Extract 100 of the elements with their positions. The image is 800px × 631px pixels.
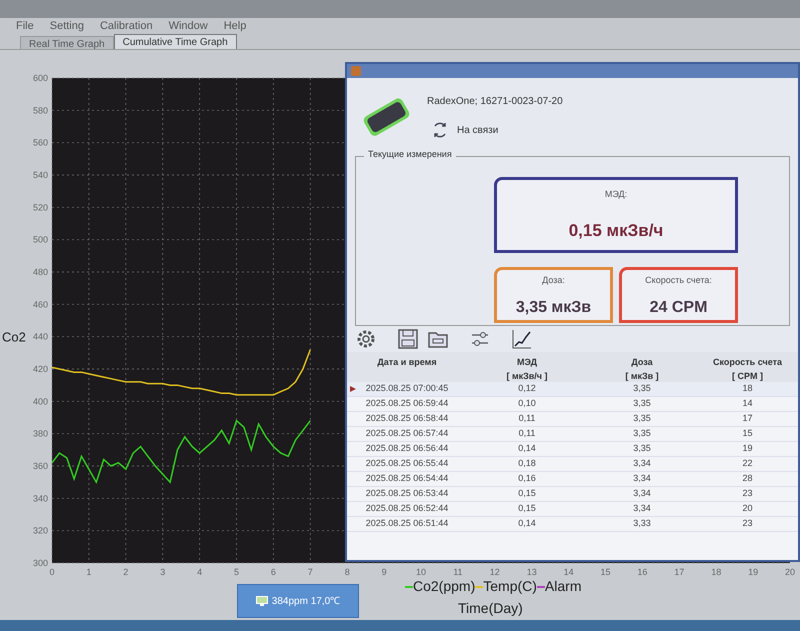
x-tick-label: 8 — [344, 567, 350, 577]
x-tick-label: 15 — [600, 567, 610, 577]
column-header: Дата и время — [377, 356, 437, 369]
menu-item[interactable]: Window — [168, 18, 208, 34]
connection-status: На связи — [457, 124, 498, 138]
legend-label: Co2(ppm) — [413, 577, 476, 596]
table-cell-text: 2025.08.25 06:51:44 — [366, 517, 448, 530]
table-cell-text: 2025.08.25 06:57:44 — [366, 427, 448, 440]
axis-title: Co2 — [2, 330, 26, 345]
x-tick-label: 9 — [382, 567, 387, 577]
menu-item[interactable]: File — [16, 18, 34, 34]
x-tick-label: 17 — [674, 567, 684, 577]
card-label: МЭД: — [604, 188, 628, 201]
table-cell-text: 23 — [742, 517, 752, 530]
table-cell-text: 2025.08.25 06:56:44 — [366, 442, 448, 456]
column-unit: [ CPM ] — [732, 370, 763, 383]
y-tick-label: 320 — [32, 526, 48, 536]
x-tick-label: 13 — [526, 567, 537, 577]
column-header: Доза — [631, 356, 653, 369]
table-cell-text: 22 — [742, 457, 752, 470]
app-icon — [351, 66, 361, 76]
y-tick-label: 540 — [32, 170, 48, 180]
card-label: Скорость счета: — [645, 274, 712, 287]
table-cell-text: 14 — [742, 397, 752, 410]
tab[interactable]: Real Time Graph — [20, 36, 114, 49]
table-cell-text: 0,10 — [518, 397, 536, 410]
column-header: МЭД — [516, 356, 538, 369]
group-title: Текущие измерения — [364, 150, 456, 159]
table-cell-text: 0,16 — [518, 472, 536, 486]
table-cell-text: 0,14 — [518, 517, 536, 530]
table-cell-text: 0,15 — [518, 502, 536, 516]
y-tick-label: 440 — [32, 332, 48, 342]
axis-title: Time(Day) — [458, 599, 523, 618]
x-tick-label: 3 — [160, 567, 166, 577]
table-cell-text: 0,18 — [518, 457, 536, 470]
y-tick-label: 460 — [32, 299, 48, 310]
table-cell-text: 3,35 — [633, 397, 651, 410]
table-cell-text: 3,34 — [633, 457, 651, 470]
card-value: 0,15 мкЗв/ч — [568, 220, 664, 242]
x-tick-label: 16 — [637, 567, 648, 577]
y-tick-label: 300 — [32, 558, 48, 568]
column-unit: [ мкЗв/ч ] — [506, 370, 548, 383]
menu-item[interactable]: Setting — [50, 18, 84, 34]
settings-icon[interactable] — [355, 328, 377, 350]
table-cell-text: 3,34 — [633, 502, 651, 516]
table-cell-text: 2025.08.25 07:00:45 — [366, 382, 448, 396]
menu-item[interactable]: Calibration — [100, 18, 153, 34]
monitor-icon — [256, 596, 268, 606]
x-tick-label: 4 — [197, 567, 202, 577]
card-value: 3,35 мкЗв — [516, 298, 592, 318]
table-cell-text: 3,35 — [633, 382, 651, 396]
card-value: 24 CPM — [650, 298, 708, 318]
table-cell-text: 0,14 — [518, 442, 536, 456]
table-cell-text: 28 — [742, 472, 752, 486]
line-chart-icon[interactable] — [511, 328, 533, 350]
x-tick-label: 6 — [270, 567, 276, 577]
x-tick-label: 18 — [711, 567, 722, 577]
x-tick-label: 19 — [748, 567, 758, 577]
table-cell-text: 17 — [742, 412, 752, 426]
table-cell-text: 0,15 — [518, 487, 536, 500]
table-cell-text: 0,11 — [518, 427, 536, 440]
y-tick-label: 360 — [32, 461, 48, 471]
table-cell-text: 3,35 — [633, 427, 651, 440]
table-cell-text: 18 — [742, 382, 752, 396]
device-name: RadexOne; 16271-0023-07-20 — [427, 95, 563, 109]
legend-label: Alarm — [544, 577, 582, 596]
y-tick-label: 380 — [32, 428, 48, 439]
table-cell-text: 3,34 — [633, 472, 651, 486]
x-tick-label: 20 — [785, 567, 795, 577]
x-tick-label: 10 — [416, 567, 426, 577]
x-tick-label: 1 — [86, 567, 92, 577]
y-tick-label: 600 — [32, 73, 48, 83]
x-tick-label: 14 — [564, 567, 574, 577]
x-tick-label: 5 — [234, 567, 239, 577]
y-tick-label: 520 — [32, 202, 48, 212]
y-tick-label: 340 — [32, 493, 48, 504]
save-icon[interactable] — [397, 328, 419, 350]
x-tick-label: 7 — [308, 567, 313, 577]
table-cell-text: 2025.08.25 06:59:44 — [366, 397, 448, 410]
column-unit: [ мкЗв ] — [625, 370, 659, 383]
table-cell-text: 23 — [742, 487, 752, 500]
table-cell-text: 15 — [742, 427, 752, 440]
y-tick-label: 500 — [32, 234, 48, 245]
table-cell-text: 3,35 — [633, 412, 651, 426]
column-header: Скорость счета — [712, 356, 782, 369]
table-cell-text: 2025.08.25 06:53:44 — [366, 487, 448, 500]
y-tick-label: 400 — [32, 396, 48, 406]
y-tick-label: 560 — [32, 138, 48, 148]
x-tick-label: 0 — [50, 567, 54, 577]
table-cell-text: 3,35 — [633, 442, 651, 456]
x-tick-label: 2 — [123, 567, 128, 577]
value-tooltip: 384ppm 17,0℃ — [237, 584, 359, 618]
y-tick-label: 420 — [32, 364, 48, 374]
x-tick-label: 12 — [490, 567, 500, 577]
table-cell-text: 0,11 — [518, 412, 536, 426]
menu-item[interactable]: Help — [224, 18, 246, 34]
table-cell-text: 2025.08.25 06:55:44 — [366, 457, 448, 470]
table-cell-text: 3,34 — [633, 487, 651, 500]
tab[interactable]: Cumulative Time Graph — [114, 34, 237, 49]
table-cell-text: 0,12 — [518, 382, 536, 396]
